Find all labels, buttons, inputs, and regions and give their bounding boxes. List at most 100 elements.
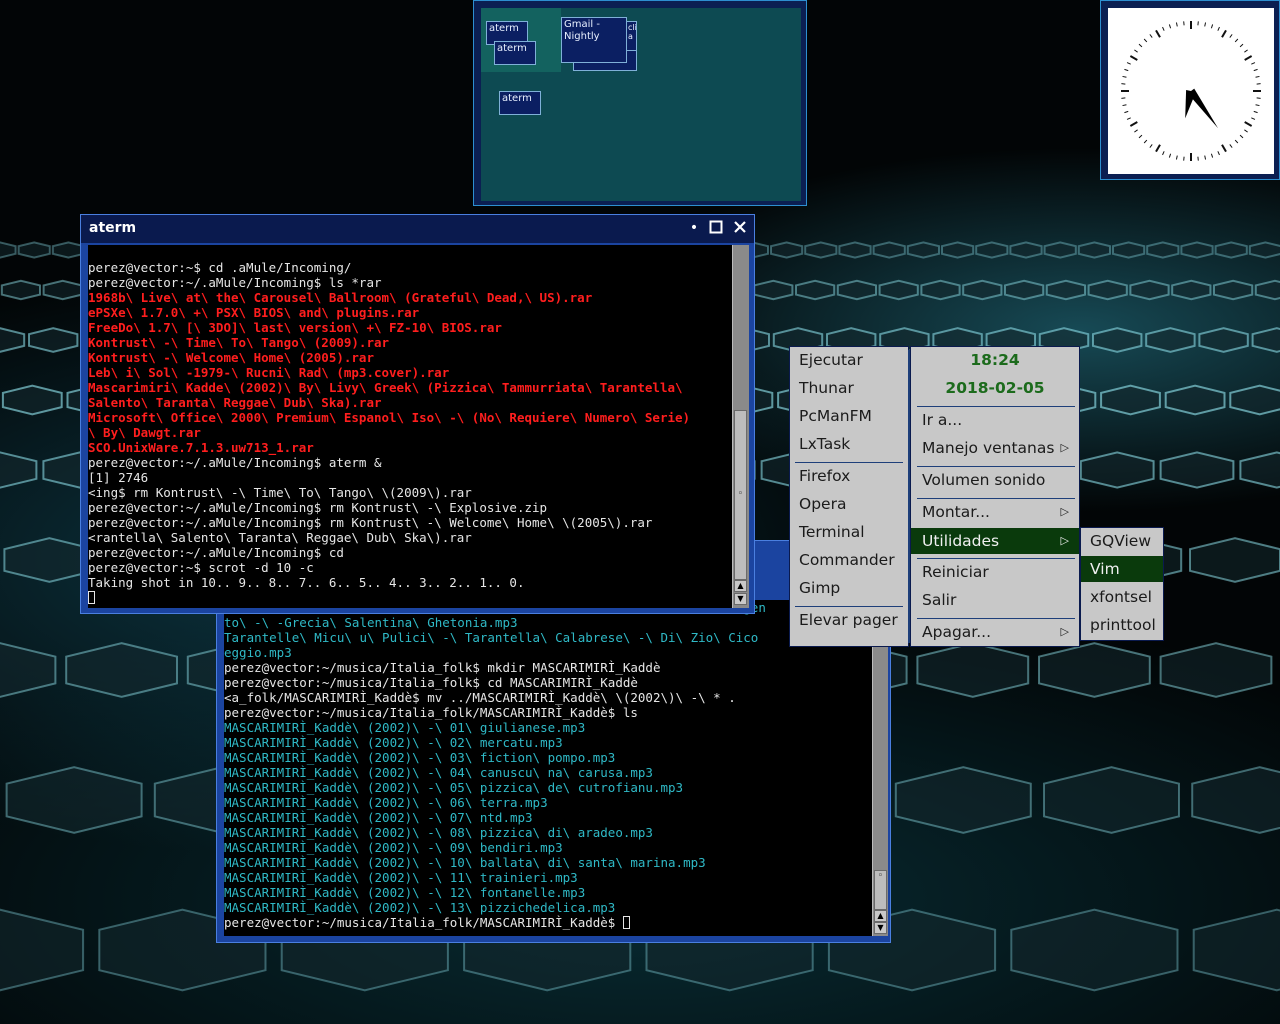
clock-tick (1134, 49, 1138, 53)
pager-window-small[interactable]: cli a (626, 21, 637, 51)
terminal-window-front[interactable]: aterm • perez@vector:~$ cd .aMule/Incomi… (80, 214, 755, 614)
pager-window-aterm-2[interactable]: aterm (494, 41, 536, 65)
hexagon-tile (5, 766, 143, 834)
menu-item-pcmanfm[interactable]: PcManFM (790, 403, 908, 429)
hexagon-tile (42, 279, 83, 301)
hexagon-tile (962, 279, 1003, 301)
menu-item-reiniciar[interactable]: Reiniciar (911, 559, 1079, 585)
hexagon-tile (1229, 384, 1280, 416)
terminal-output-back[interactable]: Tarantella\ Pedalista\ -\ Grecia\ Salent… (224, 600, 872, 936)
scrollbar-thumb-front[interactable]: ◦ (734, 410, 747, 580)
menu-item-montar[interactable]: Montar... ▷ (911, 499, 1079, 525)
clock-tick (1244, 55, 1253, 61)
menu-item-gimp[interactable]: Gimp (790, 575, 908, 601)
menu-item-terminal[interactable]: Terminal (790, 519, 908, 545)
clock-tick (1234, 38, 1239, 43)
iconify-icon[interactable]: • (686, 220, 702, 236)
clock-tick (1129, 55, 1138, 61)
hexagon-tile (804, 241, 838, 259)
clock-tick (1239, 43, 1244, 48)
menu-item-salir[interactable]: Salir (911, 587, 1079, 613)
root-menu-apps[interactable]: Ejecutar Thunar PcManFM LxTask Firefox O… (789, 346, 909, 647)
clock-tick (1234, 139, 1239, 144)
close-icon[interactable] (732, 220, 748, 236)
submenu-arrow-icon: ▷ (1060, 441, 1069, 454)
menu-item-volumen-sonido[interactable]: Volumen sonido (911, 467, 1079, 493)
menu-item-ejecutar[interactable]: Ejecutar (790, 347, 908, 373)
hexagon-tile (838, 241, 872, 259)
clock-tick (1221, 29, 1227, 38)
submenu-item-xfontsel[interactable]: xfontsel (1081, 584, 1163, 610)
scroll-up-arrow-icon[interactable]: ▲ (874, 910, 887, 922)
submenu-item-vim[interactable]: Vim (1081, 556, 1163, 582)
terminal-line: ePSXe\ 1.7.0\ +\ PSX\ BIOS\ and\ plugins… (88, 305, 420, 320)
submenu-item-gqview[interactable]: GQView (1081, 528, 1163, 554)
menu-clock-time: 18:24 (970, 351, 1020, 369)
scrollbar-thumb-back[interactable]: ◦ (874, 870, 887, 910)
pager-window-aterm-3[interactable]: aterm (499, 91, 541, 115)
analog-clock-widget (1100, 0, 1280, 180)
menu-item-ir-a[interactable]: Ir a... (911, 407, 1079, 433)
clock-tick (1143, 139, 1148, 144)
menu-item-label: Apagar... (922, 623, 992, 641)
terminal-line: SCO.UnixWare.7.1.3.uw713_1.rar (88, 440, 314, 455)
terminal-line: Tarantelle\ Micu\ u\ Pulici\ -\ Tarantel… (224, 630, 759, 645)
scroll-down-arrow-icon[interactable]: ▼ (874, 922, 887, 934)
clock-tick (1138, 134, 1143, 139)
clock-tick (1129, 121, 1138, 127)
hexagon-tile (1038, 642, 1151, 698)
scroll-down-arrow-icon[interactable]: ▼ (734, 593, 747, 605)
hexagon-tile (975, 241, 1009, 259)
terminal-cursor (622, 916, 630, 929)
menu-item-thunar[interactable]: Thunar (790, 375, 908, 401)
clock-tick (1149, 34, 1153, 38)
terminal-line: perez@vector:~/.aMule/Incoming$ aterm & (88, 455, 382, 470)
hexagon-tile (1213, 279, 1254, 301)
hexagon-tile (17, 241, 51, 259)
terminal-line: 1968b\ Live\ at\ the\ Carousel\ Ballroom… (88, 290, 593, 305)
submenu-utilidades[interactable]: GQView Vim xfontsel printtool (1080, 527, 1164, 641)
terminal-line: Kontrust\ -\ Welcome\ Home\ (2005).rar (88, 350, 374, 365)
hexagon-tile (1171, 279, 1212, 301)
window-titlebar[interactable]: aterm • (81, 215, 754, 243)
menu-item-opera[interactable]: Opera (790, 491, 908, 517)
terminal-line: Mascarimiri\ Kadde\ (2002)\ By\ Livy\ Gr… (88, 380, 683, 395)
scroll-up-arrow-icon[interactable]: ▲ (734, 580, 747, 592)
desktop-pager[interactable]: aterm aterm Gmail - Nightly cli a aterm (473, 0, 807, 206)
root-menu-actions[interactable]: 18:24 2018-02-05 Ir a... Manejo ventanas… (910, 346, 1080, 647)
terminal-line: Microsoft\ Office\ 2000\ Premium\ Espano… (88, 410, 691, 425)
menu-item-elevar-pager[interactable]: Elevar pager (790, 607, 908, 633)
hexagon-tile (28, 327, 79, 353)
hexagon-tile (916, 642, 1030, 698)
terminal-line: eggio.mp3 (224, 645, 292, 660)
menu-item-apagar[interactable]: Apagar... ▷ (911, 619, 1079, 645)
hexagon-tile (1191, 766, 1280, 834)
hexagon-tile (1009, 241, 1043, 259)
scrollbar-front[interactable]: ◦ ▲ ▼ (732, 245, 749, 608)
hexagon-tile (1087, 279, 1128, 301)
window-title: aterm (89, 220, 137, 236)
terminal-line: [1] 2746 (88, 470, 149, 485)
hexagon-tile (1045, 279, 1086, 301)
scrollbar-back[interactable]: ◦ ▲ ▼ (872, 600, 888, 936)
pager-window-gmail-nightly[interactable]: Gmail - Nightly (561, 17, 627, 63)
menu-item-label: Montar... (922, 503, 990, 521)
menu-item-label: Reiniciar (922, 563, 989, 581)
terminal-line: perez@vector:~/musica/Italia_folk$ cd MA… (224, 675, 638, 690)
maximize-icon[interactable] (708, 220, 724, 236)
terminal-line: MASCARIMIRÌ_Kaddè\ (2002)\ -\ 05\ pizzic… (224, 780, 684, 795)
clock-tick (1124, 68, 1129, 72)
pager-desktop[interactable]: aterm aterm Gmail - Nightly cli a aterm (481, 8, 801, 201)
menu-item-lxtask[interactable]: LxTask (790, 431, 908, 457)
menu-item-firefox[interactable]: Firefox (790, 463, 908, 489)
clock-hour-hand (1185, 89, 1196, 119)
hexagon-tile (878, 279, 919, 301)
menu-item-manejo-ventanas[interactable]: Manejo ventanas ▷ (911, 435, 1079, 461)
terminal-output-front[interactable]: perez@vector:~$ cd .aMule/Incoming/perez… (88, 245, 732, 608)
hexagon-tile (1159, 642, 1273, 698)
menu-item-utilidades[interactable]: Utilidades ▷ (911, 528, 1079, 554)
terminal-cursor (88, 591, 95, 604)
submenu-item-printtool[interactable]: printtool (1081, 612, 1163, 638)
hexagon-tile (1198, 327, 1249, 353)
menu-item-commander[interactable]: Commander (790, 547, 908, 573)
